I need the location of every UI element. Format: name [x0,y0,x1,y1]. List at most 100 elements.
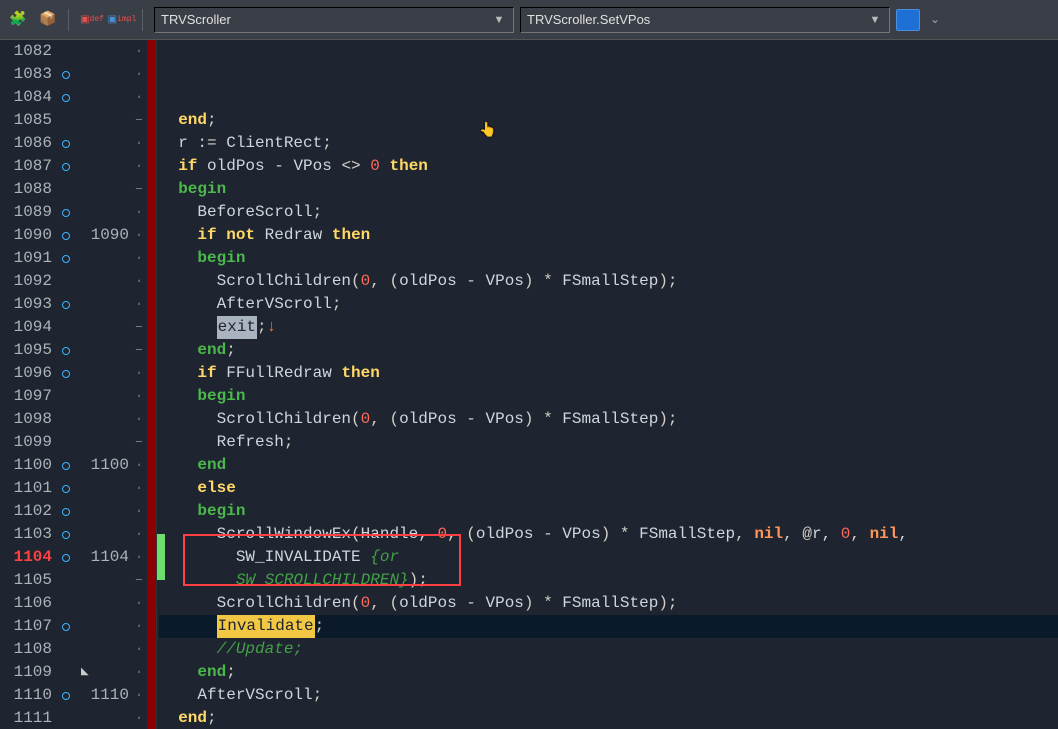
gutter-secondary-num [77,408,129,431]
structure-tree-icon[interactable]: 🧩 [6,8,30,32]
fold-indicator[interactable]: − [131,431,147,454]
class-icon[interactable]: 📦 [36,8,60,32]
gutter-secondary-num [77,638,129,661]
code-line[interactable]: if oldPos - VPos <> 0 then [159,155,1058,178]
gutter-marker [55,316,77,339]
gutter-marker [55,155,77,178]
gutter-marker [55,684,77,707]
code-line[interactable]: exit;↓ [159,316,1058,339]
gutter-marker [55,339,77,362]
class-combo[interactable]: TRVScroller ▼ [154,7,514,33]
gutter-margin-line [147,40,157,729]
line-number: 1101 [0,477,52,500]
gutter-marker [55,592,77,615]
gutter-marker [55,40,77,63]
fold-indicator[interactable]: · [131,224,147,247]
fold-indicator[interactable]: − [131,569,147,592]
fold-indicator[interactable]: · [131,661,147,684]
code-line[interactable]: else [159,477,1058,500]
fold-indicator[interactable]: · [131,592,147,615]
chevron-down-icon[interactable]: ⌄ [926,12,940,27]
line-number: 1110 [0,684,52,707]
code-line[interactable]: end; [159,661,1058,684]
code-line[interactable]: ScrollChildren(0, (oldPos - VPos) * FSma… [159,270,1058,293]
gutter-marker [55,224,77,247]
fold-indicator[interactable]: · [131,132,147,155]
fold-indicator[interactable]: · [131,155,147,178]
gutter-secondary-num: 1100 [77,454,129,477]
code-line[interactable]: AfterVScroll; [159,293,1058,316]
fold-indicator[interactable]: · [131,86,147,109]
code-line[interactable]: Refresh; [159,431,1058,454]
fold-indicator[interactable]: · [131,454,147,477]
layout-icon[interactable] [896,9,920,31]
fold-indicator[interactable]: · [131,293,147,316]
gutter-marker [55,500,77,523]
fold-indicator[interactable]: · [131,546,147,569]
fold-indicator[interactable]: · [131,615,147,638]
fold-indicator[interactable]: · [131,247,147,270]
fold-indicator[interactable]: · [131,201,147,224]
line-number: 1086 [0,132,52,155]
line-number: 1099 [0,431,52,454]
fold-indicator[interactable]: − [131,178,147,201]
chevron-down-icon: ▼ [867,14,883,26]
line-number: 1107 [0,615,52,638]
gutter-marker [55,408,77,431]
code-line[interactable]: begin [159,385,1058,408]
fold-indicator[interactable]: − [131,316,147,339]
fold-indicator[interactable]: · [131,500,147,523]
code-area[interactable]: 👆 end; r := ClientRect; if oldPos - VPos… [157,40,1058,729]
method-combo[interactable]: TRVScroller.SetVPos ▼ [520,7,890,33]
gutter-secondary-num [77,247,129,270]
code-line[interactable]: end; [159,707,1058,729]
gutter-secondary-num [77,500,129,523]
code-line[interactable]: begin [159,247,1058,270]
code-line[interactable]: begin [159,500,1058,523]
gutter-secondary-num [77,431,129,454]
code-line[interactable]: BeforeScroll; [159,201,1058,224]
code-line[interactable]: end [159,454,1058,477]
code-line[interactable]: ScrollChildren(0, (oldPos - VPos) * FSma… [159,408,1058,431]
fold-indicator[interactable]: · [131,523,147,546]
code-line[interactable]: if FFullRedraw then [159,362,1058,385]
code-editor[interactable]: 1082108310841085108610871088108910901091… [0,40,1058,729]
gutter-marker [55,178,77,201]
line-number: 1092 [0,270,52,293]
fold-indicator[interactable]: − [131,109,147,132]
code-line[interactable]: Invalidate; [159,615,1058,638]
code-line[interactable]: SW_INVALIDATE {or [159,546,1058,569]
gutter-marker [55,477,77,500]
gutter-marker [55,270,77,293]
chevron-down-icon: ▼ [491,14,507,26]
code-line[interactable]: end; [159,339,1058,362]
fold-indicator[interactable]: · [131,684,147,707]
gutter-secondary-num [77,86,129,109]
code-line[interactable]: ScrollWindowEx(Handle, 0, (oldPos - VPos… [159,523,1058,546]
code-line[interactable]: end; [159,109,1058,132]
fold-indicator[interactable]: · [131,477,147,500]
gutter-secondary-num [77,385,129,408]
line-number: 1085 [0,109,52,132]
fold-indicator[interactable]: − [131,339,147,362]
line-number: 1108 [0,638,52,661]
gutter-secondary-num [77,201,129,224]
nav-def-icon[interactable]: ▣def [80,8,104,32]
fold-indicator[interactable]: · [131,385,147,408]
gutter-marker [55,86,77,109]
nav-impl-icon[interactable]: ▣impl [110,8,134,32]
fold-indicator[interactable]: · [131,362,147,385]
fold-indicator[interactable]: · [131,707,147,729]
code-line[interactable]: SW_SCROLLCHILDREN}); [159,569,1058,592]
code-line[interactable]: begin [159,178,1058,201]
code-line[interactable]: if not Redraw then [159,224,1058,247]
fold-indicator[interactable]: · [131,408,147,431]
fold-indicator[interactable]: · [131,270,147,293]
code-line[interactable]: AfterVScroll; [159,684,1058,707]
fold-indicator[interactable]: · [131,63,147,86]
code-line[interactable]: r := ClientRect; [159,132,1058,155]
code-line[interactable]: ScrollChildren(0, (oldPos - VPos) * FSma… [159,592,1058,615]
fold-indicator[interactable]: · [131,638,147,661]
fold-indicator[interactable]: · [131,40,147,63]
code-line[interactable]: //Update; [159,638,1058,661]
